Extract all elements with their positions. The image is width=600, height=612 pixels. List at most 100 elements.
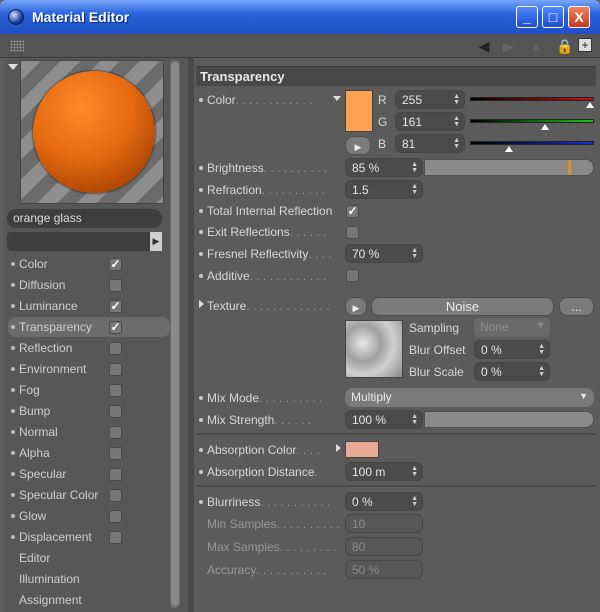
channel-checkbox[interactable] <box>109 383 122 397</box>
channel-checkbox[interactable] <box>109 341 122 355</box>
blurriness-label: Blurriness <box>207 495 261 509</box>
color-picker-button[interactable]: ▶ <box>345 136 371 155</box>
maximize-button[interactable]: □ <box>542 6 564 28</box>
bullet-icon <box>199 188 203 192</box>
mix-strength-input[interactable]: 100 % ▲ ▼ <box>345 410 423 429</box>
brightness-slider[interactable] <box>424 159 594 176</box>
channel-diffusion[interactable]: Diffusion <box>8 275 170 295</box>
channel-alpha[interactable]: Alpha <box>8 443 170 463</box>
bullet-icon <box>11 262 15 266</box>
spinner-icon[interactable]: ▲ ▼ <box>411 413 418 426</box>
spinner-icon[interactable]: ▲ ▼ <box>411 495 418 508</box>
channel-displacement[interactable]: Displacement <box>8 527 170 547</box>
channel-luminance[interactable]: Luminance ✓ <box>8 296 170 316</box>
channel-checkbox[interactable] <box>109 446 122 460</box>
b-slider-pointer[interactable] <box>505 146 513 152</box>
b-color-slider[interactable] <box>470 141 594 145</box>
g-color-slider[interactable] <box>470 119 594 123</box>
channel-fog[interactable]: Fog <box>8 380 170 400</box>
chevron-right-icon[interactable]: ▶ <box>150 232 162 251</box>
channel-checkbox[interactable] <box>109 488 122 502</box>
spinner-icon[interactable]: ▲ ▼ <box>411 183 418 196</box>
additive-checkbox[interactable] <box>346 269 359 282</box>
spinner-icon[interactable]: ▲ ▼ <box>411 247 418 260</box>
channel-checkbox[interactable] <box>109 404 122 418</box>
channel-reflection[interactable]: Reflection <box>8 338 170 358</box>
spinner-icon[interactable]: ▲ ▼ <box>538 365 545 378</box>
r-slider-pointer[interactable] <box>586 102 594 108</box>
channel-checkbox[interactable] <box>109 509 122 523</box>
texture-preview[interactable] <box>345 320 403 378</box>
absorption-distance-input[interactable]: 100 m ▲ ▼ <box>345 462 423 481</box>
spinner-icon[interactable]: ▲ ▼ <box>411 465 418 478</box>
r-input[interactable]: 255 ▲ ▼ <box>395 90 465 109</box>
texture-name-button[interactable]: Noise <box>371 297 554 316</box>
collapse-arrow-icon[interactable] <box>8 64 18 70</box>
texture-expand-icon[interactable] <box>199 300 204 308</box>
mix-mode-select[interactable]: Multiply ▼ <box>345 388 594 407</box>
mix-strength-slider[interactable] <box>424 411 594 428</box>
channel-specular-color[interactable]: Specular Color <box>8 485 170 505</box>
g-input[interactable]: 161 ▲ ▼ <box>395 112 465 131</box>
brightness-input[interactable]: 85 % ▲ ▼ <box>345 158 423 177</box>
lock-icon[interactable]: 🔒 <box>556 38 573 54</box>
channel-environment[interactable]: Environment <box>8 359 170 379</box>
slider-marker[interactable] <box>568 160 571 175</box>
exit-reflections-checkbox[interactable] <box>346 226 359 239</box>
channel-bump[interactable]: Bump <box>8 401 170 421</box>
spinner-icon[interactable]: ▲ ▼ <box>453 93 460 106</box>
channel-checkbox[interactable]: ✓ <box>109 320 122 334</box>
new-window-icon[interactable]: + <box>578 38 592 52</box>
channel-illumination[interactable]: Illumination <box>8 569 170 589</box>
spinner-icon[interactable]: ▲ ▼ <box>453 137 460 150</box>
material-name-field[interactable]: orange glass <box>7 209 162 228</box>
spinner-icon[interactable]: ▲ ▼ <box>538 343 545 356</box>
scrollbar-thumb[interactable] <box>171 62 179 606</box>
absorption-color-expand-icon[interactable] <box>336 444 341 452</box>
g-label: G <box>378 115 388 129</box>
min-samples-row: Min Samples . . . . . . . . . . <box>207 517 340 531</box>
max-samples-input: 80 <box>345 537 423 556</box>
channel-transparency[interactable]: Transparency ✓ <box>8 317 170 337</box>
r-label: R <box>378 93 387 107</box>
g-slider-pointer[interactable] <box>541 124 549 130</box>
channel-assignment[interactable]: Assignment <box>8 590 170 610</box>
material-preview[interactable] <box>20 60 164 204</box>
channel-checkbox[interactable] <box>109 278 122 292</box>
close-button[interactable]: X <box>568 6 590 28</box>
back-arrow-icon[interactable]: ◀ <box>476 38 492 54</box>
texture-more-button[interactable]: ... <box>559 297 594 316</box>
spinner-icon[interactable]: ▲ ▼ <box>411 161 418 174</box>
color-swatch[interactable] <box>345 90 373 132</box>
texture-menu-button[interactable]: ▶ <box>345 297 367 316</box>
channel-glow[interactable]: Glow <box>8 506 170 526</box>
spinner-icon[interactable]: ▲ ▼ <box>453 115 460 128</box>
channel-checkbox[interactable] <box>109 425 122 439</box>
channel-scrollbar[interactable] <box>170 60 180 608</box>
up-arrow-icon[interactable]: ▲ <box>528 38 544 54</box>
b-input[interactable]: 81 ▲ ▼ <box>395 134 465 153</box>
fresnel-input[interactable]: 70 % ▲ ▼ <box>345 244 423 263</box>
channel-checkbox[interactable] <box>109 467 122 481</box>
blur-offset-input[interactable]: 0 % ▲ ▼ <box>474 340 550 359</box>
channel-specular[interactable]: Specular <box>8 464 170 484</box>
channel-checkbox[interactable]: ✓ <box>109 299 122 313</box>
blur-scale-input[interactable]: 0 % ▲ ▼ <box>474 362 550 381</box>
channel-checkbox[interactable] <box>109 362 122 376</box>
channel-color[interactable]: Color ✓ <box>8 254 170 274</box>
sampling-select[interactable]: None ▼ <box>474 318 550 337</box>
channel-checkbox[interactable]: ✓ <box>109 257 122 271</box>
channel-editor[interactable]: Editor <box>8 548 170 568</box>
absorption-color-swatch[interactable] <box>345 441 379 458</box>
refraction-input[interactable]: 1.5 ▲ ▼ <box>345 180 423 199</box>
minimize-button[interactable]: _ <box>516 6 538 28</box>
channel-checkbox[interactable] <box>109 530 122 544</box>
forward-arrow-icon[interactable]: ▶ <box>500 38 516 54</box>
preview-options-combo[interactable]: ▶ <box>7 232 162 251</box>
color-menu-arrow-icon[interactable] <box>333 96 341 101</box>
channel-label: Illumination <box>19 572 80 586</box>
tir-checkbox[interactable]: ✓ <box>346 205 359 218</box>
blurriness-input[interactable]: 0 % ▲ ▼ <box>345 492 423 511</box>
r-color-slider[interactable] <box>470 97 594 101</box>
channel-normal[interactable]: Normal <box>8 422 170 442</box>
